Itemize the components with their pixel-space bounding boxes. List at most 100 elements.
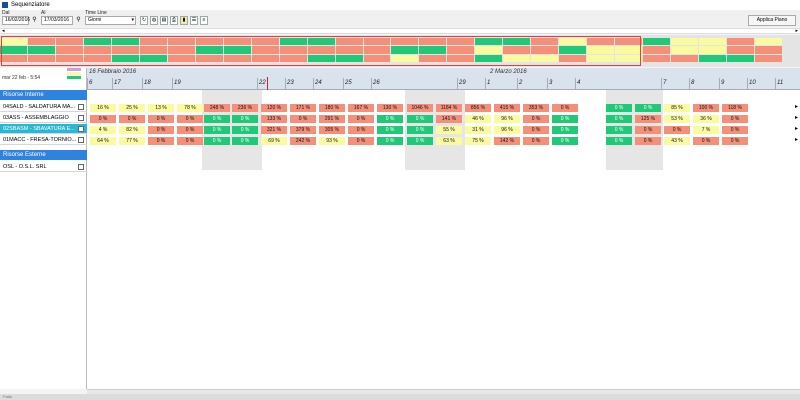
load-cell[interactable]: 0 %	[119, 115, 145, 123]
load-cell[interactable]: 0 %	[606, 126, 632, 134]
load-cell[interactable]: 141 %	[436, 115, 462, 123]
print-icon[interactable]: ⎙	[170, 16, 178, 25]
load-cell[interactable]: 0 %	[232, 115, 258, 123]
load-cell[interactable]: 0 %	[552, 115, 578, 123]
load-cell[interactable]: 13 %	[148, 104, 174, 112]
load-cell[interactable]: 291 %	[319, 115, 345, 123]
grid-icon[interactable]: ☰	[190, 16, 198, 25]
scroll-right-icon[interactable]: ▸	[795, 28, 798, 34]
load-cell[interactable]: 0 %	[90, 115, 116, 123]
load-cell[interactable]: 321 %	[261, 126, 287, 134]
checkbox[interactable]	[78, 137, 84, 143]
load-grid[interactable]: 16 % 25 % 13 % 78 % 248 % 236 % 120 % 171 % 180 …	[87, 90, 800, 389]
checkbox[interactable]	[78, 126, 84, 132]
load-cell[interactable]: 1184 %	[436, 104, 462, 112]
load-cell[interactable]: 379 %	[290, 126, 316, 134]
load-cell[interactable]: 63 %	[436, 137, 462, 145]
resource-row[interactable]: 01MACC - FRESA-TORNIO...	[0, 135, 87, 145]
load-cell[interactable]: 130 %	[377, 104, 403, 112]
load-cell[interactable]: 0 %	[552, 126, 578, 134]
apply-plan-button[interactable]: Applica Piano	[748, 15, 796, 26]
load-cell[interactable]: 96 %	[494, 115, 520, 123]
overview-scrollbar[interactable]: ◂ ▸	[0, 28, 800, 34]
load-cell[interactable]: 180 %	[319, 104, 345, 112]
load-cell[interactable]: 4 %	[90, 126, 116, 134]
load-cell[interactable]: 0 %	[407, 126, 433, 134]
load-cell[interactable]: 305 %	[319, 126, 345, 134]
load-cell[interactable]: 53 %	[664, 115, 690, 123]
load-cell[interactable]: 0 %	[348, 137, 374, 145]
load-cell[interactable]: 856 %	[465, 104, 491, 112]
load-cell[interactable]: 0 %	[523, 137, 549, 145]
load-cell[interactable]: 85 %	[664, 104, 690, 112]
load-cell[interactable]: 36 %	[693, 115, 719, 123]
load-cell[interactable]: 0 %	[290, 115, 316, 123]
load-cell[interactable]: 0 %	[177, 126, 203, 134]
row-expand-icon[interactable]: ▸	[795, 103, 798, 110]
load-cell[interactable]: 236 %	[232, 104, 258, 112]
load-cell[interactable]: 125 %	[635, 115, 661, 123]
load-cell[interactable]: 0 %	[552, 104, 578, 112]
load-cell[interactable]: 0 %	[523, 126, 549, 134]
scroll-left-icon[interactable]: ◂	[2, 28, 5, 34]
load-cell[interactable]: 0 %	[523, 115, 549, 123]
load-cell[interactable]: 0 %	[722, 137, 748, 145]
load-cell[interactable]: 0 %	[635, 126, 661, 134]
load-cell[interactable]: 118 %	[722, 104, 748, 112]
load-cell[interactable]: 167 %	[348, 104, 374, 112]
refresh-icon[interactable]: ↻	[140, 16, 148, 25]
load-cell[interactable]: 0 %	[407, 115, 433, 123]
overview-band[interactable]	[0, 35, 800, 67]
load-cell[interactable]: 0 %	[407, 137, 433, 145]
load-cell[interactable]: 0 %	[232, 137, 258, 145]
palette-icon[interactable]: ◍	[150, 16, 158, 25]
timeline-select[interactable]: Giorni ▾	[85, 16, 136, 25]
load-cell[interactable]: 0 %	[606, 104, 632, 112]
load-cell[interactable]: 242 %	[290, 137, 316, 145]
load-cell[interactable]: 78 %	[177, 104, 203, 112]
load-cell[interactable]: 93 %	[319, 137, 345, 145]
load-cell[interactable]: 0 %	[148, 137, 174, 145]
load-cell[interactable]: 0 %	[377, 137, 403, 145]
binoculars-icon[interactable]: ⚲	[75, 17, 82, 24]
load-cell[interactable]: 120 %	[261, 104, 287, 112]
overview-visible-range[interactable]	[1, 36, 641, 66]
binoculars-icon[interactable]: ⚲	[31, 17, 38, 24]
resource-row[interactable]: OSL - O.S.L. SRL	[0, 162, 87, 172]
load-cell[interactable]: 0 %	[377, 126, 403, 134]
load-cell[interactable]: 0 %	[722, 115, 748, 123]
load-cell[interactable]: 0 %	[232, 126, 258, 134]
load-cell[interactable]: 0 %	[606, 137, 632, 145]
load-cell[interactable]: 0 %	[348, 126, 374, 134]
list-icon[interactable]: ≡	[200, 16, 208, 25]
resource-row[interactable]: 04SALD - SALDATURA MA...	[0, 102, 87, 112]
load-cell[interactable]: 353 %	[523, 104, 549, 112]
load-cell[interactable]: 0 %	[177, 137, 203, 145]
row-expand-icon[interactable]: ▸	[795, 125, 798, 132]
load-cell[interactable]: 171 %	[290, 104, 316, 112]
load-cell[interactable]: 77 %	[119, 137, 145, 145]
load-cell[interactable]: 75 %	[465, 137, 491, 145]
resource-row-selected[interactable]: 02SBASM - SBAVATURA E...	[0, 124, 87, 134]
load-cell[interactable]: 0 %	[348, 115, 374, 123]
load-cell[interactable]: 0 %	[204, 126, 230, 134]
mode-toggle-icon[interactable]: ▮	[180, 16, 188, 25]
load-cell[interactable]: 69 %	[261, 137, 287, 145]
to-date-field[interactable]: 17/03/2016	[41, 16, 73, 25]
checkbox[interactable]	[78, 115, 84, 121]
load-cell[interactable]: 0 %	[635, 137, 661, 145]
load-cell[interactable]: 82 %	[119, 126, 145, 134]
resource-row[interactable]: 03ASS - ASSEMBLAGGIO	[0, 113, 87, 123]
load-cell[interactable]: 43 %	[664, 137, 690, 145]
load-cell[interactable]: 55 %	[436, 126, 462, 134]
row-expand-icon[interactable]: ▸	[795, 136, 798, 143]
from-date-field[interactable]: 16/02/2016	[2, 16, 30, 25]
load-cell[interactable]: 133 %	[261, 115, 287, 123]
load-cell[interactable]: 16 %	[90, 104, 116, 112]
load-cell[interactable]: 0 %	[693, 137, 719, 145]
load-cell[interactable]: 100 %	[693, 104, 719, 112]
load-cell[interactable]: 0 %	[177, 115, 203, 123]
load-cell[interactable]: 0 %	[148, 126, 174, 134]
load-cell[interactable]: 25 %	[119, 104, 145, 112]
checkbox[interactable]	[78, 104, 84, 110]
